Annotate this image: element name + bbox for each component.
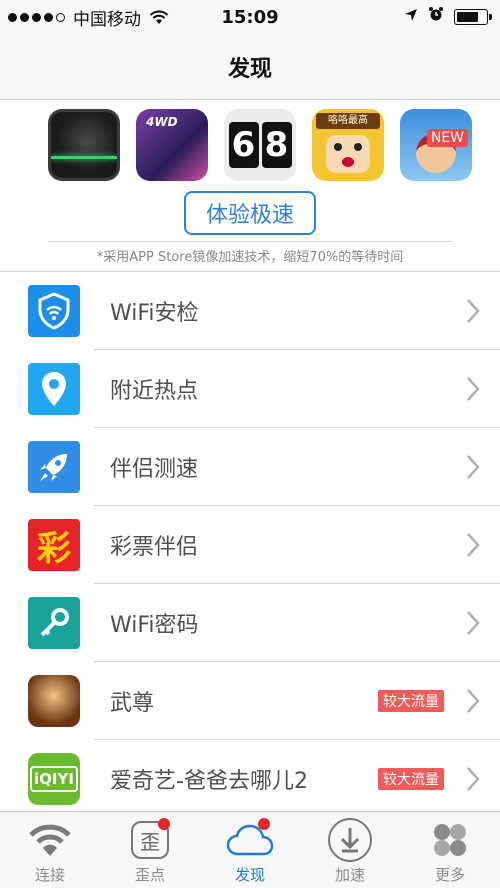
list-item-label: WiFi安检 — [110, 301, 199, 326]
wai-icon-text: 歪 — [140, 829, 160, 854]
chevron-right-icon — [467, 533, 480, 557]
countdown-digit: 8 — [261, 122, 292, 168]
list-item-iqiyi[interactable]: iQIYI 爱奇艺-爸爸去哪儿2 较大流量 — [0, 740, 500, 818]
status-bar: 中国移动 15:09 — [0, 0, 500, 34]
wai-icon: 歪 — [126, 818, 174, 862]
list-item-nearby-hotspots[interactable]: 附近热点 — [0, 350, 500, 428]
game-caption: 咯咯最高 — [316, 113, 380, 129]
chevron-right-icon — [467, 767, 480, 791]
iqiyi-icon: iQIYI — [28, 753, 80, 805]
rocket-icon — [28, 441, 80, 493]
nav-bar: 发现 — [0, 34, 500, 100]
list-item-speed-test[interactable]: 伴侣测速 — [0, 428, 500, 506]
chevron-right-icon — [467, 689, 480, 713]
game-funny-face-icon[interactable]: 咯咯最高 — [312, 109, 384, 181]
iqiyi-icon-text: iQIYI — [30, 766, 78, 792]
location-pin-icon — [28, 363, 80, 415]
game-scanner-icon[interactable] — [48, 109, 120, 181]
tab-label: 连接 — [34, 866, 65, 884]
featured-games: 6 8 咯咯最高 NEW — [48, 109, 472, 181]
speed-note: *采用APP Store镜像加速技术，缩短70%的等待时间 — [96, 250, 404, 265]
list-item-label: 彩票伴侣 — [110, 535, 199, 560]
tab-bar: 连接 歪 歪点 发现 加速 更多 — [0, 811, 500, 888]
countdown-digit: 6 — [228, 122, 259, 168]
key-icon — [28, 597, 80, 649]
wifi-icon — [26, 818, 74, 862]
large-traffic-tag: 较大流量 — [378, 768, 444, 790]
list-item-label: 爱奇艺-爸爸去哪儿2 — [110, 769, 308, 794]
lottery-icon-text: 彩 — [37, 528, 71, 569]
discover-list: WiFi安检 附近热点 伴侣测速 彩 彩票伴侣 WiFi密码 武尊 较大流量 i… — [0, 272, 500, 818]
new-badge: NEW — [426, 129, 468, 147]
large-traffic-tag: 较大流量 — [378, 690, 444, 712]
tab-discover[interactable]: 发现 — [200, 812, 300, 888]
more-icon — [426, 818, 474, 862]
list-item-lottery[interactable]: 彩 彩票伴侣 — [0, 506, 500, 584]
tab-label: 加速 — [334, 866, 365, 884]
chevron-right-icon — [467, 611, 480, 635]
cloud-icon — [226, 818, 274, 862]
page-title: 发现 — [227, 56, 272, 82]
lottery-icon: 彩 — [28, 519, 80, 571]
notification-dot — [158, 818, 170, 830]
chevron-right-icon — [467, 299, 480, 323]
wifi-shield-icon — [28, 285, 80, 337]
tab-wai[interactable]: 歪 歪点 — [100, 812, 200, 888]
list-item-label: 武尊 — [110, 691, 155, 716]
tab-more[interactable]: 更多 — [400, 812, 500, 888]
battery-icon — [454, 8, 492, 25]
download-icon — [326, 818, 374, 862]
carrier-name: 中国移动 — [73, 9, 141, 30]
try-speed-button[interactable]: 体验极速 — [184, 191, 316, 235]
list-item-wifi-password[interactable]: WiFi密码 — [0, 584, 500, 662]
game-cartoon-kid-icon[interactable]: NEW — [400, 109, 472, 181]
wifi-status-icon — [149, 10, 169, 25]
tab-label: 歪点 — [134, 866, 165, 884]
divider — [48, 241, 452, 242]
list-item-label: 伴侣测速 — [110, 457, 199, 482]
tab-label: 发现 — [234, 866, 265, 884]
chevron-right-icon — [467, 377, 480, 401]
tab-connect[interactable]: 连接 — [0, 812, 100, 888]
game-68-countdown-icon[interactable]: 6 8 — [224, 109, 296, 181]
wuzun-game-icon — [28, 675, 80, 727]
list-item-label: WiFi密码 — [110, 613, 199, 638]
chevron-right-icon — [467, 455, 480, 479]
list-item-label: 附近热点 — [110, 379, 199, 404]
list-item-wuzun[interactable]: 武尊 较大流量 — [0, 662, 500, 740]
signal-strength-icon — [8, 12, 65, 22]
location-arrow-icon — [404, 7, 418, 27]
notification-dot — [258, 818, 270, 830]
alarm-clock-icon — [428, 6, 444, 27]
battery-level — [457, 11, 478, 22]
list-item-wifi-check[interactable]: WiFi安检 — [0, 272, 500, 350]
tab-accelerate[interactable]: 加速 — [300, 812, 400, 888]
speed-banner: 6 8 咯咯最高 NEW 体验极速 *采用APP Store镜像加速技术，缩短7… — [0, 101, 500, 272]
game-4wd-car-icon[interactable] — [136, 109, 208, 181]
tab-label: 更多 — [434, 866, 465, 884]
